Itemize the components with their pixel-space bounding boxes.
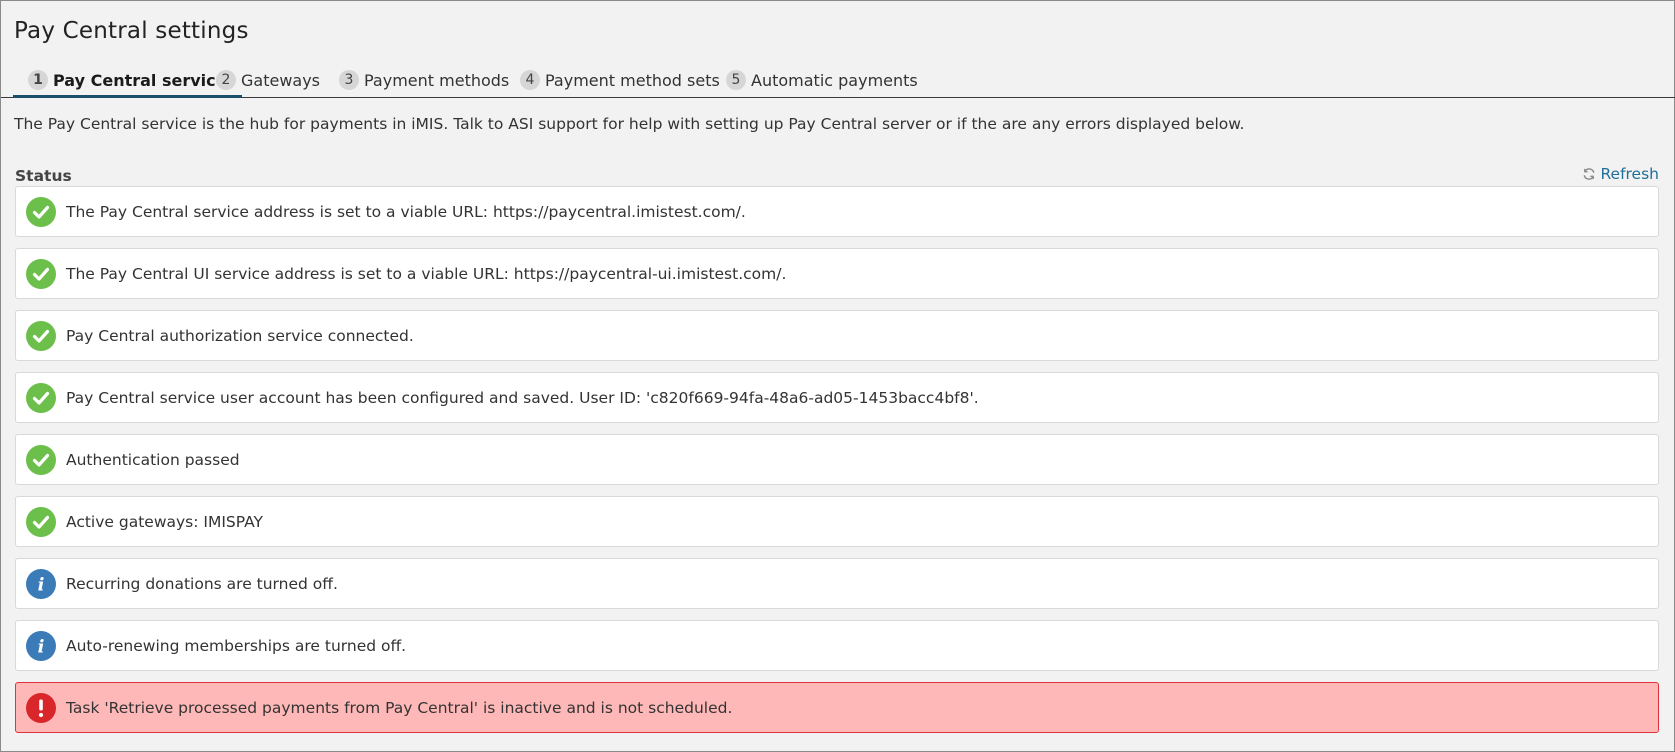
check-circle-icon — [26, 196, 56, 227]
status-row: Authentication passed — [15, 434, 1659, 485]
check-circle-icon — [26, 320, 56, 351]
page-frame: Pay Central settings 1 Pay Central servi… — [0, 0, 1675, 752]
status-row: i Recurring donations are turned off. — [15, 558, 1659, 609]
svg-text:i: i — [38, 574, 45, 595]
tab-label: Gateways — [241, 70, 321, 90]
status-message: Task 'Retrieve processed payments from P… — [66, 698, 733, 717]
status-row: The Pay Central UI service address is se… — [15, 248, 1659, 299]
page-title: Pay Central settings — [14, 18, 249, 44]
status-message: Pay Central authorization service connec… — [66, 326, 414, 345]
status-heading: Status — [15, 167, 72, 185]
tab-gateways[interactable]: 2 Gateways — [216, 65, 320, 95]
check-circle-icon — [26, 506, 56, 537]
status-message: Recurring donations are turned off. — [66, 574, 338, 593]
tab-automatic-payments[interactable]: 5 Automatic payments — [726, 65, 918, 95]
status-message: Authentication passed — [66, 450, 240, 469]
tab-label: Payment methods — [364, 70, 510, 90]
tab-label: Pay Central service — [53, 70, 227, 90]
status-row-error: Task 'Retrieve processed payments from P… — [15, 682, 1659, 733]
info-circle-icon: i — [26, 568, 56, 599]
status-message: Pay Central service user account has bee… — [66, 388, 979, 407]
status-row: Pay Central authorization service connec… — [15, 310, 1659, 361]
check-circle-icon — [26, 382, 56, 413]
exclamation-circle-icon — [26, 692, 56, 723]
check-circle-icon — [26, 444, 56, 475]
status-row: Pay Central service user account has bee… — [15, 372, 1659, 423]
tab-label: Automatic payments — [751, 70, 918, 90]
refresh-button[interactable]: Refresh — [1582, 165, 1659, 183]
status-message: The Pay Central service address is set t… — [66, 202, 746, 221]
tab-number: 4 — [520, 70, 540, 90]
svg-text:i: i — [38, 636, 45, 657]
status-message: Active gateways: IMISPAY — [66, 512, 263, 531]
tab-number: 2 — [216, 70, 236, 90]
tab-bar: 1 Pay Central service 2 Gateways 3 Payme… — [1, 63, 1675, 98]
refresh-icon — [1583, 168, 1595, 180]
tab-number: 5 — [726, 70, 746, 90]
status-row: Active gateways: IMISPAY — [15, 496, 1659, 547]
intro-text: The Pay Central service is the hub for p… — [14, 115, 1245, 133]
refresh-label: Refresh — [1600, 165, 1659, 183]
tab-payment-methods[interactable]: 3 Payment methods — [339, 65, 509, 95]
status-row: The Pay Central service address is set t… — [15, 186, 1659, 237]
info-circle-icon: i — [26, 630, 56, 661]
tab-label: Payment method sets — [545, 70, 720, 90]
check-circle-icon — [26, 258, 56, 289]
tab-pay-central-service[interactable]: 1 Pay Central service — [13, 65, 241, 98]
tab-payment-method-sets[interactable]: 4 Payment method sets — [520, 65, 720, 95]
status-message: The Pay Central UI service address is se… — [66, 264, 787, 283]
status-message: Auto-renewing memberships are turned off… — [66, 636, 407, 655]
tab-number: 1 — [28, 70, 48, 90]
tab-number: 3 — [339, 70, 359, 90]
status-row: i Auto-renewing memberships are turned o… — [15, 620, 1659, 671]
